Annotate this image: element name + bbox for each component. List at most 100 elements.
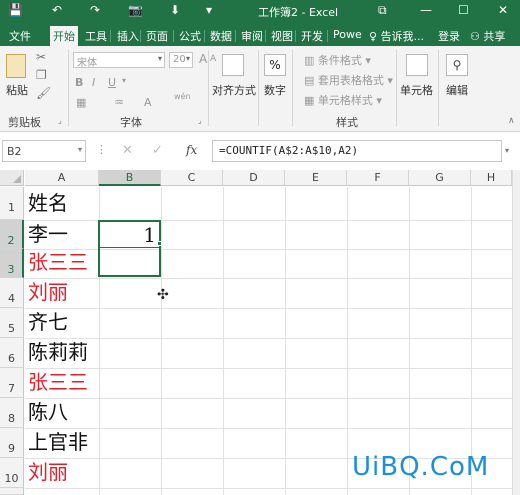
tab-view[interactable]: 视图 [268, 26, 296, 46]
conditional-format-icon: ▥ [304, 54, 315, 67]
cells-icon[interactable] [406, 54, 428, 76]
row-header[interactable]: 5 [0, 308, 24, 338]
minimize-icon[interactable]: — [420, 3, 432, 17]
cell-a3[interactable]: 张三三 [28, 250, 88, 274]
window-title: 工作簿2 - Excel [258, 6, 339, 19]
ribbon-tabs: 文件 开始 工具 插入 页面 公式 数据 审阅 视图 开发 Powe ♀ 告诉我… [0, 22, 520, 46]
tab-home[interactable]: 开始 [50, 26, 78, 46]
bold-button[interactable]: B [75, 76, 83, 89]
conditional-format-button[interactable]: ▥ 条件格式 ▾ [304, 52, 371, 68]
shrink-font-button[interactable]: A [210, 54, 216, 64]
ribbon-display-icon[interactable]: ⧉ [378, 3, 387, 18]
column-header-e[interactable]: E [285, 170, 347, 186]
cell-a7[interactable]: 张三三 [28, 370, 88, 394]
search-icon[interactable]: ⚲ [446, 54, 468, 76]
row-header[interactable]: 3 [0, 249, 24, 278]
cell-a8[interactable]: 陈八 [28, 400, 68, 424]
column-header-h[interactable]: H [471, 170, 512, 186]
column-header-d[interactable]: D [223, 170, 285, 186]
collapse-ribbon-icon[interactable]: ∧ [508, 116, 515, 126]
cell-styles-button[interactable]: ▦ 单元格样式 ▾ [304, 92, 382, 108]
tab-file[interactable]: 文件 [6, 26, 34, 46]
row-header[interactable]: 1 [0, 187, 24, 220]
cell-a2[interactable]: 李一 [28, 222, 68, 246]
fill-handle[interactable] [157, 241, 162, 246]
phonetic-button[interactable]: wén [174, 92, 191, 101]
row-header[interactable]: 6 [0, 338, 24, 368]
paste-icon[interactable] [6, 54, 26, 78]
tab-insert[interactable]: 插入 [114, 26, 142, 46]
fill-color-icon[interactable]: ♒ [114, 96, 124, 109]
tell-me-box[interactable]: ♀ 告诉我... [366, 26, 427, 46]
number-button[interactable]: 数字 [264, 82, 286, 98]
italic-button[interactable]: I [92, 76, 95, 89]
tab-data[interactable]: 数据 [207, 26, 235, 46]
chevron-down-icon: ▾ [376, 94, 382, 107]
row-header[interactable] [0, 488, 24, 495]
format-as-table-button[interactable]: ▤ 套用表格格式 ▾ [304, 72, 393, 88]
underline-button[interactable]: U [108, 76, 116, 89]
column-header-b[interactable]: B [99, 170, 161, 186]
column-header-a[interactable]: A [25, 170, 99, 186]
cells-button[interactable]: 单元格 [400, 82, 433, 98]
underline-dropdown-icon[interactable]: ▾ [122, 76, 126, 85]
save-icon[interactable]: 💾 [8, 3, 23, 17]
login-link[interactable]: 登录 [435, 26, 463, 46]
name-box[interactable]: B2 ▾ [2, 140, 86, 162]
tab-tools[interactable]: 工具 [82, 26, 110, 46]
camera-icon[interactable]: 📷 [128, 3, 143, 17]
tab-review[interactable]: 审阅 [238, 26, 266, 46]
row-header[interactable]: 9 [0, 428, 24, 458]
vertical-scrollbar[interactable] [512, 170, 520, 495]
cut-icon[interactable]: ✂ [36, 50, 46, 64]
share-button[interactable]: ⚇ 共享 [467, 26, 508, 46]
cell-a10[interactable]: 刘丽 [28, 460, 68, 484]
touch-mode-icon[interactable]: ⬇ [170, 3, 180, 17]
table-icon: ▤ [304, 74, 315, 87]
column-header-c[interactable]: C [161, 170, 223, 186]
cell-a4[interactable]: 刘丽 [28, 280, 68, 304]
row-header[interactable]: 8 [0, 398, 24, 428]
tab-power[interactable]: Powe [330, 26, 365, 46]
splitter-icon[interactable]: ⋮ [96, 143, 107, 156]
cell-a5[interactable]: 齐七 [28, 310, 68, 334]
format-painter-icon[interactable]: 🖌 [36, 86, 51, 100]
formula-input[interactable]: =COUNTIF(A$2:A$10,A2) [212, 140, 502, 162]
editing-button[interactable]: 编辑 [446, 82, 468, 98]
font-color-button[interactable]: A [144, 96, 152, 109]
confirm-icon[interactable]: ✓ [152, 143, 163, 158]
percent-icon[interactable]: % [264, 54, 286, 76]
cell-a9[interactable]: 上官非 [28, 430, 88, 454]
grow-font-button[interactable]: A [199, 52, 207, 66]
tab-developer[interactable]: 开发 [298, 26, 326, 46]
alignment-button[interactable]: 对齐方式 [212, 82, 256, 98]
font-name-combo[interactable]: 宋体 ▾ [73, 52, 165, 69]
worksheet-grid[interactable]: 姓名 李一 张三三 刘丽 齐七 陈莉莉 张三三 陈八 上官非 刘丽 1 ✣ [25, 187, 512, 495]
column-header-f[interactable]: F [347, 170, 409, 186]
launcher-icon[interactable]: ⌟ [198, 116, 202, 125]
launcher-icon[interactable]: ⌟ [58, 116, 62, 125]
cell-a1[interactable]: 姓名 [28, 191, 68, 215]
copy-icon[interactable]: ❐ [36, 68, 47, 82]
border-icon[interactable]: ▦ [76, 96, 86, 109]
expand-formula-icon[interactable]: ▾ [505, 146, 509, 155]
row-header[interactable]: 2 [0, 220, 24, 249]
cell-a6[interactable]: 陈莉莉 [28, 340, 88, 364]
tab-formulas[interactable]: 公式 [176, 26, 204, 46]
font-size-combo[interactable]: 20 ▾ [169, 52, 193, 68]
row-header[interactable]: 4 [0, 278, 24, 308]
paste-button[interactable]: 粘贴 [6, 82, 28, 98]
select-all-button[interactable] [0, 170, 24, 186]
align-icon[interactable] [222, 54, 244, 76]
redo-icon[interactable]: ↷ [90, 3, 100, 17]
column-header-g[interactable]: G [409, 170, 471, 186]
tab-page-layout[interactable]: 页面 [143, 26, 171, 46]
undo-icon[interactable]: ↶ [52, 3, 62, 17]
maximize-icon[interactable]: ☐ [458, 3, 469, 17]
row-header[interactable]: 7 [0, 368, 24, 398]
customize-qat-icon[interactable]: ▾ [206, 3, 212, 17]
insert-function-icon[interactable]: fx [186, 143, 197, 157]
close-icon[interactable]: ✕ [498, 3, 508, 17]
row-header[interactable]: 10 [0, 458, 24, 488]
cancel-icon[interactable]: ✕ [122, 143, 133, 158]
